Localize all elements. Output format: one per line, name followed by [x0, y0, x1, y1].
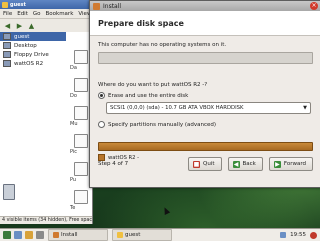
status-bar: 4 visible items (34 hidden), Free space:…: [0, 216, 92, 224]
disk-select[interactable]: SCSI1 (0,0,0) (sda) - 10.7 GB ATA VBOX H…: [106, 102, 311, 114]
folder-icon: [74, 50, 88, 64]
system-tray: 19:55: [280, 231, 320, 239]
menu-go[interactable]: Go: [33, 11, 41, 17]
back-label: Back: [242, 161, 256, 167]
installer-title: Install: [103, 2, 122, 10]
installer-window: Install × Prepare disk space This comput…: [89, 0, 320, 188]
folder-icon: [74, 162, 88, 176]
folder-icon: [74, 78, 88, 92]
sidebar-item-label: Floppy Drive: [14, 51, 49, 58]
file-manager-launcher-icon[interactable]: [14, 231, 22, 239]
current-partition-bar: [98, 52, 313, 64]
drive-icon[interactable]: [3, 184, 15, 200]
browser-launcher-icon[interactable]: [25, 231, 33, 239]
installer-titlebar[interactable]: Install ×: [90, 1, 320, 11]
home-icon: [3, 33, 11, 40]
radio-erase[interactable]: [98, 92, 105, 99]
file-manager-toolbar: ◀ ▶ ▲: [0, 19, 92, 33]
task-guest[interactable]: guest: [112, 229, 172, 241]
file-manager-window: guest File Edit Go Bookmark View ◀ ▶ ▲ g…: [0, 0, 93, 224]
floppy-icon: [3, 51, 11, 58]
forward-button[interactable]: ▶ Forward: [268, 157, 313, 171]
new-partition-bar: [98, 142, 313, 151]
chevron-down-icon: ▼: [303, 105, 307, 111]
installer-app-icon: [93, 2, 100, 10]
option-manual[interactable]: Specify partitions manually (advanced): [98, 121, 313, 128]
terminal-launcher-icon[interactable]: [36, 231, 44, 239]
page-title: Prepare disk space: [90, 11, 320, 36]
sidebar-item-label: wattOS R2: [14, 60, 44, 67]
installer-app-icon: [53, 232, 59, 238]
menu-file[interactable]: File: [3, 11, 12, 17]
power-icon[interactable]: [310, 231, 317, 239]
back-icon: ◀: [232, 160, 240, 168]
disc-icon: [3, 60, 11, 67]
menu-edit[interactable]: Edit: [17, 11, 28, 17]
install-question: Where do you want to put wattOS R2 -?: [98, 82, 208, 88]
back-button[interactable]: ◀ Back: [227, 157, 263, 171]
quit-icon: ■: [193, 160, 201, 168]
desktop-icon: [3, 42, 11, 49]
option-erase-label: Erase and use the entire disk: [108, 92, 189, 99]
network-icon[interactable]: [280, 232, 287, 238]
file-manager-titlebar[interactable]: guest: [0, 0, 92, 9]
forward-icon: ▶: [273, 160, 281, 168]
info-message: This computer has no operating systems o…: [98, 42, 227, 48]
disk-select-value: SCSI1 (0,0,0) (sda) - 10.7 GB ATA VBOX H…: [110, 105, 244, 111]
folder-icon: [74, 190, 88, 204]
list-item[interactable]: Te: [70, 190, 92, 211]
taskbar: Install guest 19:55: [0, 228, 320, 241]
quit-button[interactable]: ■ Quit: [188, 157, 222, 171]
sidebar-item-label: Desktop: [14, 42, 37, 49]
radio-manual[interactable]: [98, 121, 105, 128]
menu-bookmark[interactable]: Bookmark: [46, 11, 74, 17]
sidebar-item-desktop[interactable]: Desktop: [0, 41, 66, 50]
folder-icon: [117, 232, 123, 238]
installer-body: This computer has no operating systems o…: [90, 36, 320, 165]
task-install[interactable]: Install: [48, 229, 108, 241]
installer-footer: Step 4 of 7 ■ Quit ◀ Back ▶ Forward: [98, 157, 313, 171]
clock: 19:55: [290, 232, 306, 238]
forward-label: Forward: [283, 161, 306, 167]
sidebar-item-label: guest: [14, 33, 30, 40]
sidebar-item-guest[interactable]: guest: [0, 32, 66, 41]
sidebar-item-floppy[interactable]: Floppy Drive: [0, 50, 66, 59]
file-manager-menubar: File Edit Go Bookmark View: [0, 9, 92, 19]
start-menu-icon[interactable]: [3, 231, 11, 239]
task-label: guest: [125, 232, 141, 238]
forward-arrow-icon[interactable]: ▶: [15, 21, 24, 30]
folder-icon: [74, 106, 88, 120]
up-arrow-icon[interactable]: ▲: [27, 21, 36, 30]
step-indicator: Step 4 of 7: [98, 161, 129, 167]
option-erase-disk[interactable]: Erase and use the entire disk: [98, 92, 313, 99]
folder-icon: [2, 1, 8, 8]
task-label: Install: [61, 232, 78, 238]
folder-icon: [74, 134, 88, 148]
back-arrow-icon[interactable]: ◀: [3, 21, 12, 30]
sidebar-item-wattos[interactable]: wattOS R2: [0, 59, 66, 68]
close-icon[interactable]: ×: [310, 2, 318, 10]
file-label: Te: [70, 205, 76, 211]
quit-label: Quit: [203, 161, 215, 167]
option-manual-label: Specify partitions manually (advanced): [108, 121, 217, 128]
file-manager-title: guest: [10, 1, 26, 8]
